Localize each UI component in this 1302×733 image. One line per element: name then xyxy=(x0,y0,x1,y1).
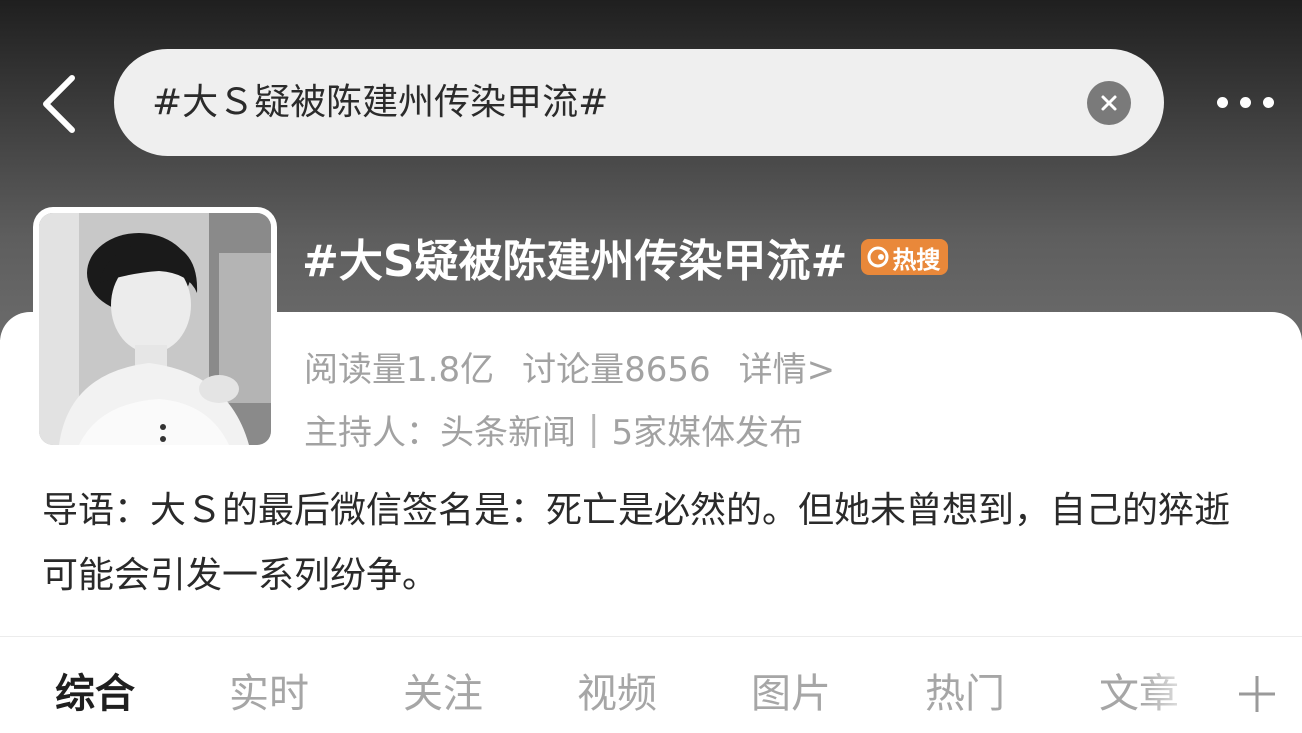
tab-realtime[interactable]: 实时 xyxy=(229,655,309,733)
search-bar[interactable]: #大Ｓ疑被陈建州传染甲流# xyxy=(114,49,1164,156)
close-icon xyxy=(1101,95,1117,111)
section-divider xyxy=(0,636,1302,637)
tab-following[interactable]: 关注 xyxy=(403,655,483,733)
media-count[interactable]: 5家媒体发布 xyxy=(611,405,803,454)
details-link[interactable]: 详情> xyxy=(739,342,836,391)
back-button[interactable] xyxy=(30,66,90,142)
clear-search-button[interactable] xyxy=(1087,81,1131,125)
more-options-button[interactable] xyxy=(1200,82,1290,122)
host-separator: | xyxy=(588,409,600,449)
add-tab-button[interactable] xyxy=(1232,669,1282,719)
tab-images[interactable]: 图片 xyxy=(751,655,831,733)
discussion-count: 讨论量8656 xyxy=(522,349,711,390)
tab-video[interactable]: 视频 xyxy=(577,655,657,733)
topic-title-row: #大S疑被陈建州传染甲流# 热搜 xyxy=(302,224,949,290)
chevron-left-icon xyxy=(43,75,75,133)
avatar-photo xyxy=(39,213,271,445)
host-label: 主持人：头条新闻 xyxy=(304,405,576,454)
host-name[interactable]: 头条新闻 xyxy=(440,413,576,453)
topic-title: #大S疑被陈建州传染甲流# xyxy=(302,236,848,287)
topic-intro: 导语：大Ｓ的最后微信签名是：死亡是必然的。但她未曾想到，自己的猝逝可能会引发一系… xyxy=(42,490,1231,596)
more-horizontal-icon xyxy=(1216,96,1228,108)
read-count: 阅读量1.8亿 xyxy=(304,349,495,390)
hot-badge-label: 热搜 xyxy=(892,245,941,274)
tab-comprehensive[interactable]: 综合 xyxy=(55,655,135,733)
topic-stats: 阅读量1.8亿 讨论量8656 详情> xyxy=(304,340,835,392)
tab-hot[interactable]: 热门 xyxy=(925,655,1005,733)
portrait-image xyxy=(39,213,271,445)
feed-tabs: 综合 实时 关注 视频 图片 热门 文章 xyxy=(0,655,1302,733)
search-input[interactable]: #大Ｓ疑被陈建州传染甲流# xyxy=(152,49,608,156)
plus-icon xyxy=(1239,676,1275,712)
topic-host-info: 主持人：头条新闻 | 5家媒体发布 xyxy=(304,403,803,455)
tab-articles[interactable]: 文章 xyxy=(1099,655,1179,733)
host-label-text: 主持人： xyxy=(304,412,440,453)
hot-search-badge[interactable]: 热搜 xyxy=(861,239,949,275)
fire-icon xyxy=(867,246,889,268)
topic-avatar[interactable] xyxy=(33,207,277,451)
